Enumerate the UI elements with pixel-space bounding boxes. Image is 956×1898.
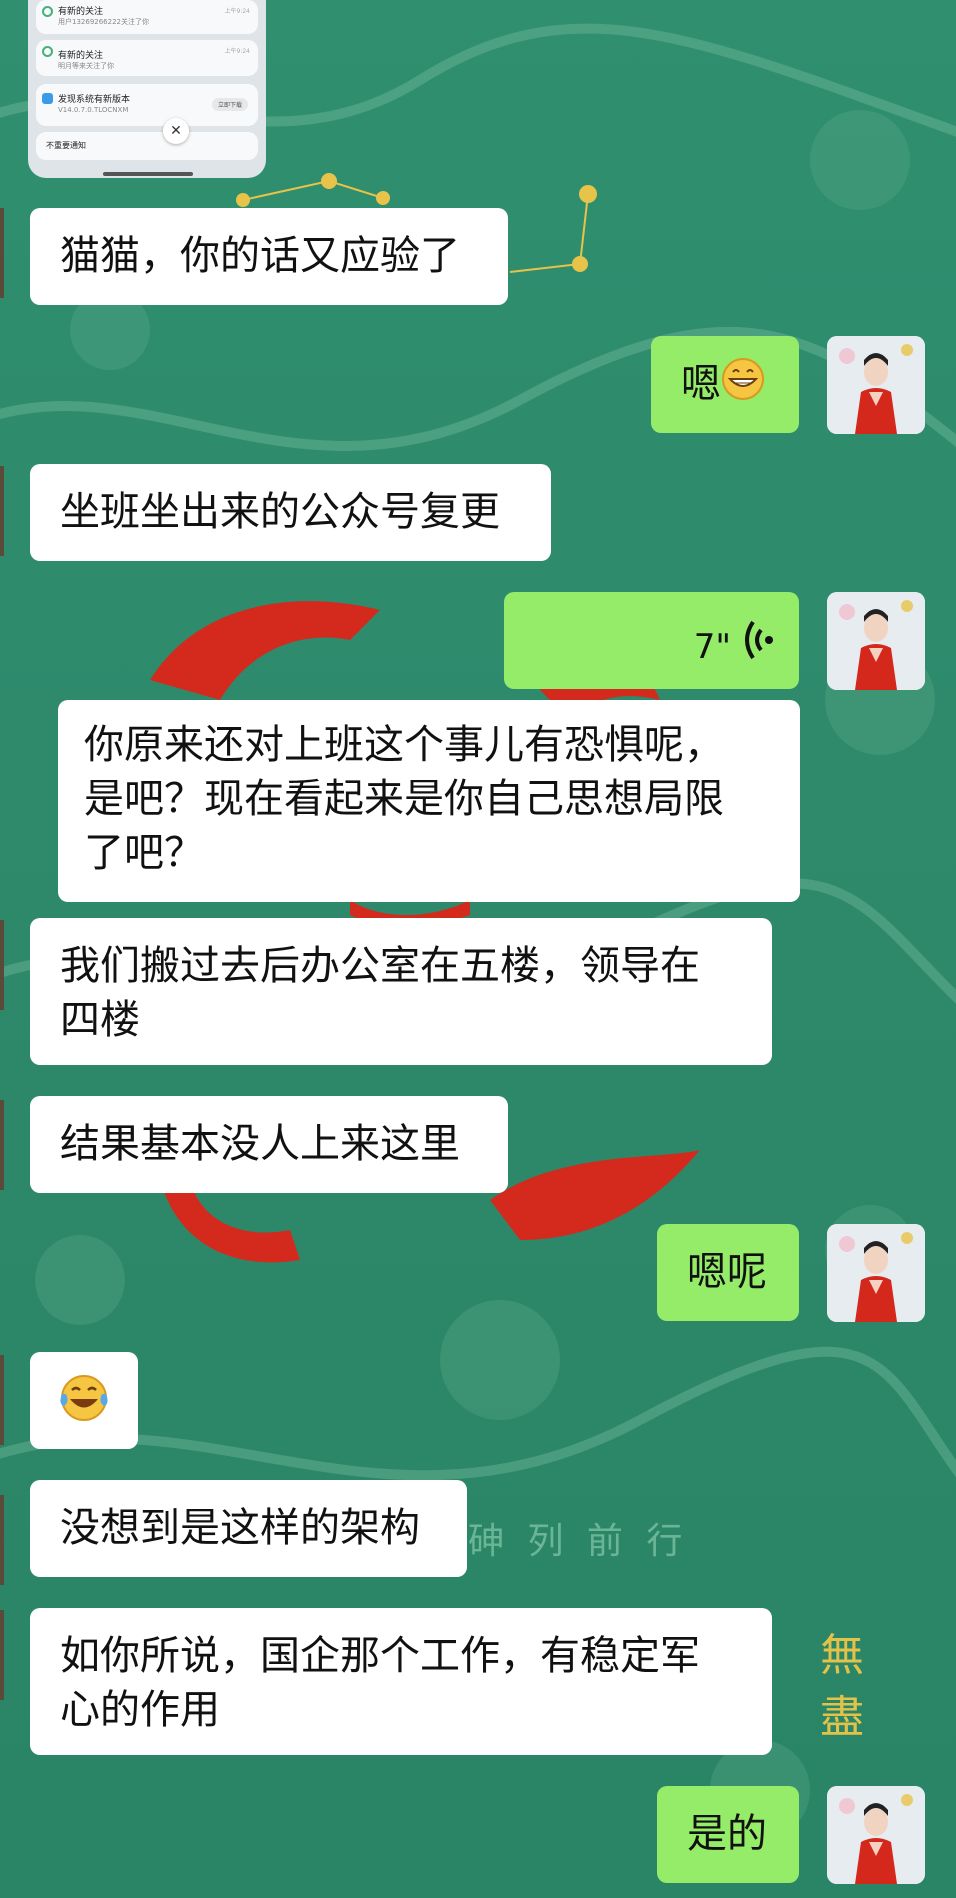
notification-subtitle: 明月等来关注了你 xyxy=(58,62,114,70)
message-bubble-received[interactable]: 坐班坐出来的公众号复更 xyxy=(30,464,551,561)
avatar-edge xyxy=(0,466,4,556)
avatar[interactable] xyxy=(827,1786,925,1884)
voice-transcript-bubble[interactable]: 你原来还对上班这个事儿有恐惧呢， 是吧？现在看起来是你自己思想局限 了吧？ xyxy=(58,700,800,902)
message-text: 嗯 xyxy=(681,361,721,407)
message-bubble-received[interactable]: 没想到是这样的架构 xyxy=(30,1480,467,1577)
message-text: 没想到是这样的架构 xyxy=(60,1505,420,1551)
avatar-edge xyxy=(0,920,4,1010)
voice-wave-icon xyxy=(741,618,777,676)
notification-subtitle: 用户13269266222关注了你 xyxy=(58,18,149,26)
message-bubble-sent[interactable]: 是的 xyxy=(657,1786,799,1883)
notification-title: 发现系统有新版本 xyxy=(58,95,131,105)
follow-icon xyxy=(42,46,53,57)
avatar[interactable] xyxy=(827,1224,925,1322)
message-bubble-received[interactable]: 如你所说，国企那个工作，有稳定军 心的作用 xyxy=(30,1608,772,1755)
notification-title: 有新的关注 xyxy=(58,7,104,17)
avatar[interactable] xyxy=(827,336,925,434)
grinning-face-icon xyxy=(721,357,765,415)
message-bubble-received[interactable]: 猫猫，你的话又应验了 xyxy=(30,208,508,305)
avatar[interactable] xyxy=(827,592,925,690)
close-icon[interactable]: ✕ xyxy=(163,118,189,144)
voice-message-bubble[interactable]: 7" xyxy=(504,592,799,689)
update-icon xyxy=(42,93,53,104)
notification-card: 有新的关注 用户13269266222关注了你 上午9:24 xyxy=(36,0,258,34)
message-text: 结果基本没人上来这里 xyxy=(60,1121,460,1167)
message-text: 坐班坐出来的公众号复更 xyxy=(60,489,500,535)
message-bubble-received[interactable]: 我们搬过去后办公室在五楼，领导在 四楼 xyxy=(30,918,772,1065)
message-bubble-sent[interactable]: 嗯呢 xyxy=(657,1224,799,1321)
avatar-edge xyxy=(0,1610,4,1700)
notification-dismiss-row: 不重要通知 xyxy=(36,132,258,160)
notification-time: 上午9:24 xyxy=(224,48,250,55)
notification-subtitle: V14.0.7.0.TLOCNXM xyxy=(58,106,129,114)
message-bubble-received[interactable] xyxy=(30,1352,138,1449)
message-text-line: 是吧？现在看起来是你自己思想局限 xyxy=(84,776,724,822)
download-button[interactable]: 立即下载 xyxy=(211,98,248,111)
message-text-line: 你原来还对上班这个事儿有恐惧呢， xyxy=(84,722,724,768)
voice-duration: 7" xyxy=(693,627,731,667)
tears-of-joy-icon xyxy=(58,1372,110,1438)
message-text-line: 四楼 xyxy=(60,997,140,1043)
notification-time: 上午9:24 xyxy=(224,8,250,15)
message-text: 猫猫，你的话又应验了 xyxy=(60,233,460,279)
avatar-edge xyxy=(0,1100,4,1190)
message-text: 嗯呢 xyxy=(687,1249,767,1295)
message-text-line: 我们搬过去后办公室在五楼，领导在 xyxy=(60,943,700,989)
watermark-text: 砷 列 前 行 xyxy=(468,1521,689,1562)
message-text-line: 了吧？ xyxy=(84,830,204,876)
seal-text: 無 盡 xyxy=(820,1630,864,1743)
avatar-edge xyxy=(0,1495,4,1585)
dismiss-label: 不重要通知 xyxy=(46,141,86,150)
message-text-line: 心的作用 xyxy=(60,1687,220,1733)
message-text: 是的 xyxy=(687,1811,767,1857)
message-bubble-received[interactable]: 结果基本没人上来这里 xyxy=(30,1096,508,1193)
avatar-edge xyxy=(0,1355,4,1445)
avatar-edge xyxy=(0,208,4,298)
notification-card: 有新的关注 明月等来关注了你 上午9:24 xyxy=(36,40,258,76)
home-indicator xyxy=(103,172,193,176)
follow-icon xyxy=(42,6,53,17)
message-bubble-sent[interactable]: 嗯 xyxy=(651,336,799,433)
notification-card: 发现系统有新版本 V14.0.7.0.TLOCNXM 立即下载 xyxy=(36,84,258,126)
message-text-line: 如你所说，国企那个工作，有稳定军 xyxy=(60,1633,700,1679)
notification-title: 有新的关注 xyxy=(58,51,104,61)
notification-screenshot[interactable]: 有新的关注 用户13269266222关注了你 上午9:24 有新的关注 明月等… xyxy=(28,0,266,178)
